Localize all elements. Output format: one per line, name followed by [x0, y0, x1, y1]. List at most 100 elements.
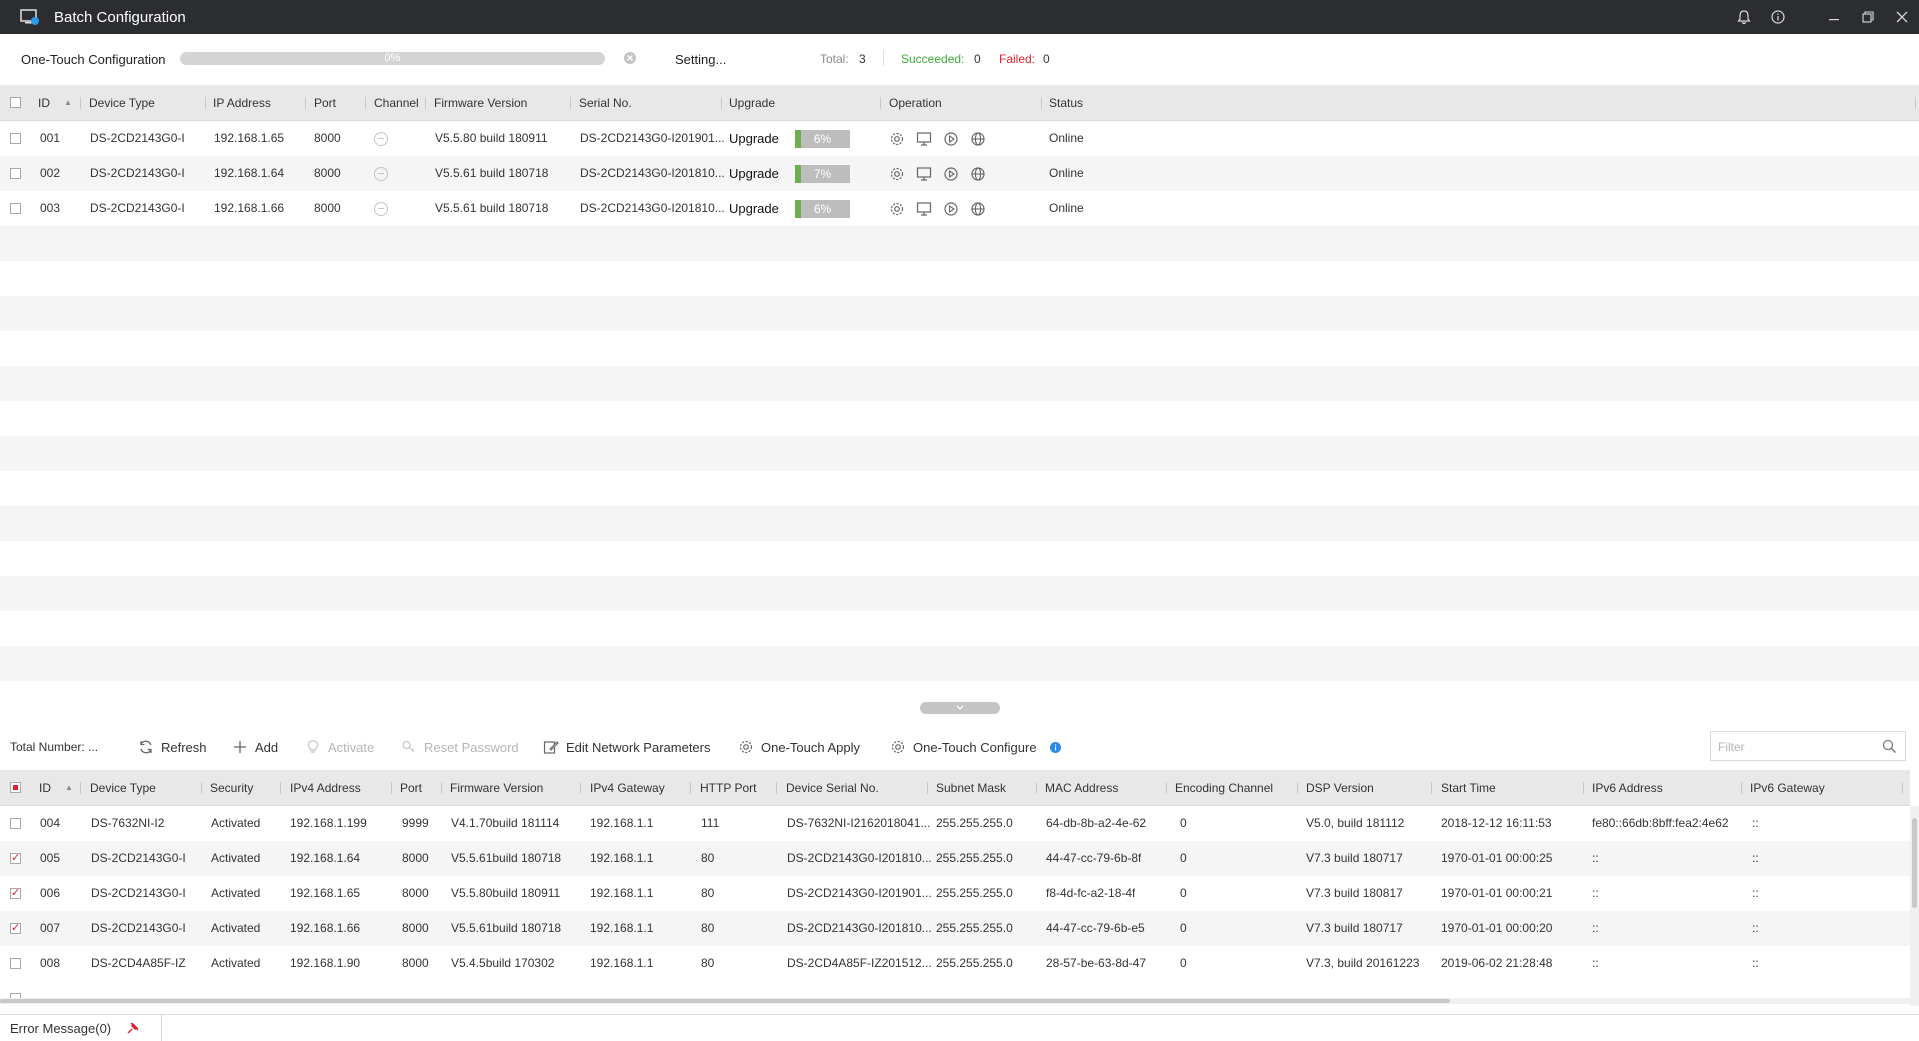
- play-icon[interactable]: [943, 131, 959, 147]
- row-checkbox[interactable]: [10, 921, 21, 934]
- row-checkbox[interactable]: [10, 168, 21, 179]
- col-upgrade[interactable]: Upgrade: [729, 85, 775, 121]
- cancel-config-icon[interactable]: [623, 51, 637, 65]
- search-icon[interactable]: [1882, 739, 1897, 754]
- select-all-checkbox[interactable]: [10, 97, 21, 108]
- row-checkbox[interactable]: [10, 886, 21, 899]
- channel-icon[interactable]: [374, 202, 388, 216]
- cell-device-type: DS-2CD2143G0-I: [90, 201, 185, 215]
- channel-icon[interactable]: [374, 167, 388, 181]
- row-checkbox[interactable]: [10, 851, 21, 864]
- row-checkbox[interactable]: [10, 818, 21, 829]
- pin-icon[interactable]: [127, 1022, 139, 1034]
- cell-port: 8000: [314, 131, 341, 145]
- gear-icon[interactable]: [889, 201, 905, 217]
- cell-port: 8000: [402, 886, 429, 900]
- play-icon[interactable]: [943, 166, 959, 182]
- vertical-scrollbar[interactable]: [1910, 806, 1919, 1006]
- table-row[interactable]: 006 DS-2CD2143G0-I Activated 192.168.1.65 80…: [0, 876, 1910, 911]
- sort-up-icon[interactable]: ▲: [65, 783, 73, 792]
- col-ipv4-address[interactable]: IPv4 Address: [290, 770, 361, 806]
- upgrade-label: Upgrade: [729, 131, 779, 146]
- info-icon[interactable]: [1761, 0, 1795, 34]
- col-operation[interactable]: Operation: [889, 85, 942, 121]
- table-row: [0, 541, 1919, 576]
- bell-icon[interactable]: [1727, 0, 1761, 34]
- table-row[interactable]: 008 DS-2CD4A85F-IZ Activated 192.168.1.90 80…: [0, 946, 1910, 981]
- col-port[interactable]: Port: [314, 85, 336, 121]
- one-touch-configure-button[interactable]: One-Touch Configure: [890, 728, 1037, 766]
- sort-up-icon[interactable]: ▲: [64, 98, 72, 107]
- col-port[interactable]: Port: [400, 770, 422, 806]
- web-icon[interactable]: [970, 201, 986, 217]
- col-channel[interactable]: Channel: [374, 85, 419, 121]
- cell-device-type: DS-2CD2143G0-I: [90, 166, 185, 180]
- remote-config-icon[interactable]: [916, 131, 932, 147]
- col-firmware-version[interactable]: Firmware Version: [434, 85, 527, 121]
- cell-ipv6-gw: ::: [1752, 886, 1759, 900]
- splitter-handle[interactable]: [920, 702, 1000, 714]
- cell-port: 8000: [402, 956, 429, 970]
- remote-config-icon[interactable]: [916, 201, 932, 217]
- col-ipv4-gateway[interactable]: IPv4 Gateway: [590, 770, 665, 806]
- col-subnet-mask[interactable]: Subnet Mask: [936, 770, 1006, 806]
- web-icon[interactable]: [970, 166, 986, 182]
- col-device-type[interactable]: Device Type: [89, 85, 155, 121]
- col-dsp-version[interactable]: DSP Version: [1306, 770, 1374, 806]
- col-id[interactable]: ID: [39, 770, 51, 806]
- select-all-devices-checkbox[interactable]: [10, 782, 21, 793]
- reset-password-button[interactable]: Reset Password: [401, 728, 519, 766]
- cell-firmware: V5.5.61build 180718: [451, 851, 562, 865]
- col-serial-no[interactable]: Serial No.: [579, 85, 632, 121]
- col-http-port[interactable]: HTTP Port: [700, 770, 756, 806]
- table-row[interactable]: 004 DS-7632NI-I2 Activated 192.168.1.199 999…: [0, 806, 1910, 841]
- activate-button[interactable]: Activate: [305, 728, 374, 766]
- info-badge-icon[interactable]: [1050, 742, 1061, 753]
- refresh-button[interactable]: Refresh: [138, 728, 207, 766]
- error-message-tab[interactable]: Error Message(0): [0, 1015, 162, 1041]
- table-row: [0, 471, 1919, 506]
- cell-serial: DS-2CD2143G0-I201810...: [580, 166, 725, 180]
- horizontal-scrollbar[interactable]: [0, 998, 1910, 1004]
- col-encoding-channel[interactable]: Encoding Channel: [1175, 770, 1273, 806]
- table-row[interactable]: 005 DS-2CD2143G0-I Activated 192.168.1.64 80…: [0, 841, 1910, 876]
- restore-icon[interactable]: [1851, 0, 1885, 34]
- col-id[interactable]: ID: [38, 85, 50, 121]
- channel-icon[interactable]: [374, 132, 388, 146]
- col-security[interactable]: Security: [210, 770, 253, 806]
- row-checkbox[interactable]: [10, 203, 21, 214]
- col-mac-address[interactable]: MAC Address: [1045, 770, 1118, 806]
- gear-icon[interactable]: [889, 131, 905, 147]
- minimize-icon[interactable]: [1817, 0, 1851, 34]
- col-firmware-version[interactable]: Firmware Version: [450, 770, 543, 806]
- cell-mask: 255.255.255.0: [936, 921, 1013, 935]
- filter-input[interactable]: [1718, 738, 1868, 756]
- cell-mac: 44-47-cc-79-6b-8f: [1046, 851, 1142, 865]
- table-row[interactable]: 007 DS-2CD2143G0-I Activated 192.168.1.66 80…: [0, 911, 1910, 946]
- scrollbar-thumb[interactable]: [1912, 818, 1917, 908]
- cell-gateway: 192.168.1.1: [590, 816, 654, 830]
- col-ipv6-gateway[interactable]: IPv6 Gateway: [1750, 770, 1825, 806]
- col-status[interactable]: Status: [1049, 85, 1083, 121]
- row-checkbox[interactable]: [10, 958, 21, 969]
- remote-config-icon[interactable]: [916, 166, 932, 182]
- gear-icon[interactable]: [889, 166, 905, 182]
- col-device-type[interactable]: Device Type: [90, 770, 156, 806]
- play-icon[interactable]: [943, 201, 959, 217]
- table-row[interactable]: 001 DS-2CD2143G0-I 192.168.1.65 8000 V5.5.80…: [0, 121, 1919, 156]
- edit-network-button[interactable]: Edit Network Parameters: [543, 728, 711, 766]
- col-start-time[interactable]: Start Time: [1441, 770, 1496, 806]
- col-ipv6-address[interactable]: IPv6 Address: [1592, 770, 1663, 806]
- col-ip-address[interactable]: IP Address: [213, 85, 271, 121]
- close-icon[interactable]: [1885, 0, 1919, 34]
- col-device-serial[interactable]: Device Serial No.: [786, 770, 879, 806]
- row-checkbox[interactable]: [10, 133, 21, 144]
- table-row[interactable]: 003 DS-2CD2143G0-I 192.168.1.66 8000 V5.5.61…: [0, 191, 1919, 226]
- add-button[interactable]: Add: [232, 728, 278, 766]
- table-row: [0, 646, 1919, 681]
- table-row[interactable]: 002 DS-2CD2143G0-I 192.168.1.64 8000 V5.5.61…: [0, 156, 1919, 191]
- cell-status: Online: [1049, 201, 1084, 215]
- one-touch-apply-button[interactable]: One-Touch Apply: [738, 728, 860, 766]
- h-scrollbar-thumb[interactable]: [0, 999, 1450, 1003]
- web-icon[interactable]: [970, 131, 986, 147]
